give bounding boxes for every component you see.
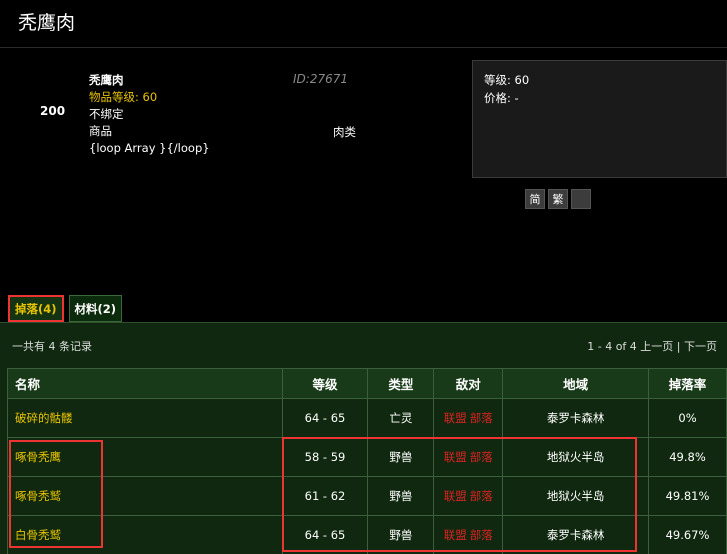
npc-type: 野兽: [367, 476, 435, 516]
npc-type: 亡灵: [367, 398, 435, 438]
language-extra-button[interactable]: [571, 189, 591, 209]
hostile-alliance: 联盟: [443, 489, 467, 503]
npc-level: 58 - 59: [281, 437, 369, 477]
column-level[interactable]: 等级: [281, 368, 369, 399]
tab-bar: 掉落(4) 材料(2): [8, 295, 123, 322]
npc-hostile: 联盟 部落: [433, 437, 504, 477]
npc-drop-rate: 0%: [648, 398, 727, 438]
item-binding: 不绑定: [89, 107, 124, 121]
npc-name-link[interactable]: 啄骨秃鹫: [7, 476, 283, 516]
npc-type: 野兽: [367, 437, 435, 477]
hostile-horde: 部落: [469, 450, 493, 464]
item-number: 200: [40, 104, 66, 118]
column-zone[interactable]: 地域: [502, 368, 650, 399]
column-name[interactable]: 名称: [7, 368, 283, 399]
table-row: 破碎的骷髅 64 - 65 亡灵 联盟 部落 泰罗卡森林 0%: [7, 398, 727, 438]
language-switcher: 简 繁: [525, 189, 591, 209]
simplified-chinese-button[interactable]: 简: [525, 189, 545, 209]
column-hostile[interactable]: 敌对: [433, 368, 504, 399]
hostile-alliance: 联盟: [443, 411, 467, 425]
npc-zone: 泰罗卡森林: [502, 398, 650, 438]
item-info-panel: 等级: 60 价格: -: [472, 60, 727, 178]
npc-name-link[interactable]: 啄骨秃鹰: [7, 437, 283, 477]
info-level: 等级: 60: [484, 73, 530, 87]
hostile-alliance: 联盟: [443, 528, 467, 542]
drops-table: 名称 等级 类型 敌对 地域 掉落率 破碎的骷髅 64 - 65 亡灵 联盟 部落…: [7, 368, 727, 554]
drops-panel: 一共有 4 条记录 1 - 4 of 4 上一页 | 下一页 名称 等级 类型 …: [0, 322, 727, 554]
table-row: 啄骨秃鹰 58 - 59 野兽 联盟 部落 地狱火半岛 49.8%: [7, 437, 727, 477]
npc-level: 64 - 65: [281, 515, 369, 554]
info-price: 价格: -: [484, 91, 519, 105]
column-drop-rate[interactable]: 掉落率: [648, 368, 727, 399]
npc-hostile: 联盟 部落: [433, 476, 504, 516]
table-row: 啄骨秃鹫 61 - 62 野兽 联盟 部落 地狱火半岛 49.81%: [7, 476, 727, 516]
item-kind: 商品: [89, 124, 112, 138]
record-count: 一共有 4 条记录: [12, 340, 92, 353]
pager[interactable]: 1 - 4 of 4 上一页 | 下一页: [587, 338, 717, 354]
tab-drops[interactable]: 掉落(4): [8, 295, 64, 322]
npc-name-link[interactable]: 白骨秃鹫: [7, 515, 283, 554]
npc-zone: 地狱火半岛: [502, 437, 650, 477]
item-level: 物品等级: 60: [89, 90, 158, 104]
npc-level: 64 - 65: [281, 398, 369, 438]
npc-hostile: 联盟 部落: [433, 515, 504, 554]
item-loop-text: {loop Array }{/loop}: [89, 141, 210, 155]
table-row: 白骨秃鹫 64 - 65 野兽 联盟 部落 泰罗卡森林 49.67%: [7, 515, 727, 554]
top-bar: 秃鹰肉: [0, 0, 727, 48]
page-title: 秃鹰肉: [18, 12, 76, 34]
table-header-row: 名称 等级 类型 敌对 地域 掉落率: [7, 368, 727, 399]
item-details: 秃鹰肉 物品等级: 60 不绑定 商品 {loop Array }{/loop}: [89, 72, 210, 157]
hostile-horde: 部落: [469, 489, 493, 503]
npc-drop-rate: 49.67%: [648, 515, 727, 554]
npc-type: 野兽: [367, 515, 435, 554]
npc-zone: 地狱火半岛: [502, 476, 650, 516]
item-category: 肉类: [333, 125, 356, 139]
item-name: 秃鹰肉: [89, 73, 124, 87]
item-db-id: ID:27671: [293, 72, 348, 86]
column-type[interactable]: 类型: [367, 368, 435, 399]
npc-hostile: 联盟 部落: [433, 398, 504, 438]
npc-level: 61 - 62: [281, 476, 369, 516]
npc-name-link[interactable]: 破碎的骷髅: [7, 398, 283, 438]
npc-zone: 泰罗卡森林: [502, 515, 650, 554]
npc-drop-rate: 49.81%: [648, 476, 727, 516]
hostile-horde: 部落: [469, 411, 493, 425]
npc-drop-rate: 49.8%: [648, 437, 727, 477]
tab-materials[interactable]: 材料(2): [68, 295, 123, 322]
traditional-chinese-button[interactable]: 繁: [548, 189, 568, 209]
hostile-horde: 部落: [469, 528, 493, 542]
hostile-alliance: 联盟: [443, 450, 467, 464]
